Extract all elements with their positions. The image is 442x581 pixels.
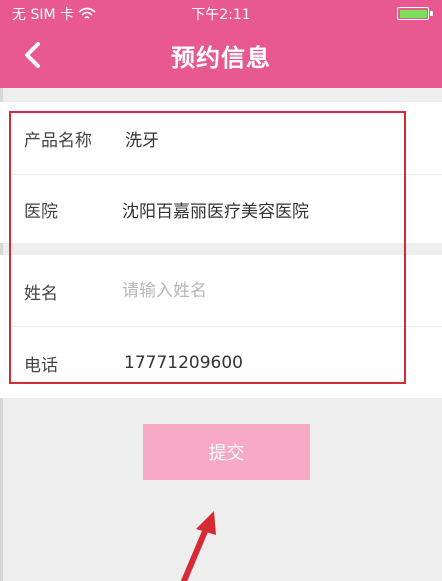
arrow-annotation — [181, 511, 216, 581]
app-header: 无 SIM 卡 下午2:11 预约信息 — [0, 0, 442, 88]
name-label: 姓名 — [24, 283, 58, 304]
battery-icon — [397, 7, 433, 20]
name-input[interactable] — [122, 271, 412, 311]
phone-input[interactable] — [124, 343, 414, 383]
submit-button[interactable]: 提交 — [143, 424, 310, 480]
product-label: 产品名称 — [24, 130, 92, 151]
page-title: 预约信息 — [171, 44, 271, 72]
name-row: 姓名 — [0, 255, 442, 327]
product-value: 洗牙 — [125, 130, 159, 151]
phone-label: 电话 — [24, 355, 58, 376]
hospital-row: 医院 沈阳百嘉丽医疗美容医院 — [0, 175, 442, 243]
status-time: 下午2:11 — [191, 7, 251, 23]
status-bar: 无 SIM 卡 下午2:11 — [0, 0, 442, 26]
form-section: 姓名 电话 — [0, 255, 442, 398]
info-section: 产品名称 洗牙 医院 沈阳百嘉丽医疗美容医院 — [0, 102, 442, 243]
product-row: 产品名称 洗牙 — [0, 102, 442, 174]
phone-row: 电话 — [0, 327, 442, 399]
hospital-value: 沈阳百嘉丽医疗美容医院 — [122, 201, 309, 222]
hospital-label: 医院 — [24, 201, 58, 222]
